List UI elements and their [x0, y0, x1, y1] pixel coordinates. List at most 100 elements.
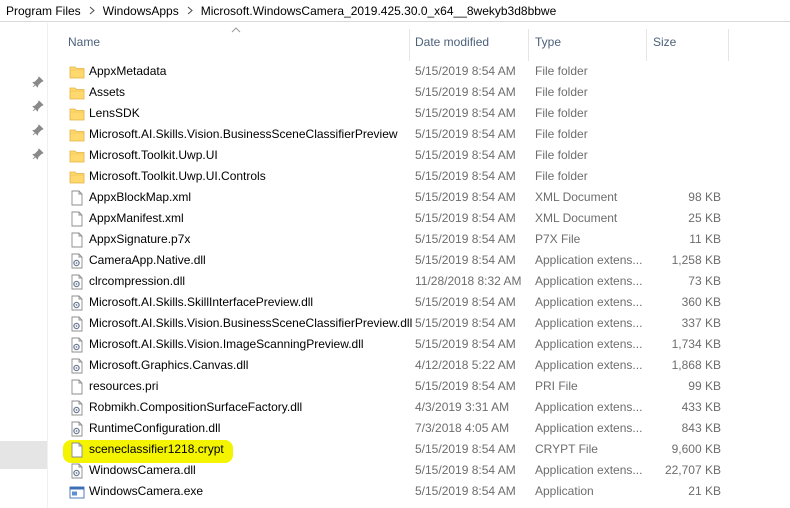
- breadcrumb-item-program-files[interactable]: Program Files: [4, 4, 83, 18]
- dll-icon: [69, 295, 85, 311]
- pin-icon[interactable]: [32, 100, 44, 112]
- file-row[interactable]: Microsoft.AI.Skills.SkillInterfacePrevie…: [58, 292, 790, 313]
- column-date-modified[interactable]: Date modified: [408, 23, 528, 61]
- column-divider[interactable]: [728, 29, 729, 61]
- file-size: 9,600 KB: [671, 442, 721, 456]
- navigation-pane: [0, 23, 48, 508]
- file-name: AppxMetadata: [89, 64, 167, 78]
- dll-icon: [69, 337, 85, 353]
- file-type: File folder: [535, 169, 588, 183]
- file-size: [648, 103, 721, 124]
- file-row[interactable]: Robmikh.CompositionSurfaceFactory.dll 4/3…: [58, 397, 790, 418]
- file-row[interactable]: AppxMetadata 5/15/2019 8:54 AM File folder: [58, 61, 790, 82]
- pin-icon[interactable]: [32, 148, 44, 160]
- file-list: AppxMetadata 5/15/2019 8:54 AM File folder…: [58, 61, 790, 502]
- file-icon: [69, 442, 85, 458]
- file-row[interactable]: LensSDK 5/15/2019 8:54 AM File folder: [58, 103, 790, 124]
- file-date-modified: 5/15/2019 8:54 AM: [415, 106, 516, 120]
- file-name: Microsoft.Graphics.Canvas.dll: [89, 358, 249, 372]
- file-type: Application extens...: [535, 337, 643, 351]
- file-size: 99 KB: [688, 379, 721, 393]
- file-name: AppxBlockMap.xml: [89, 190, 192, 204]
- folder-icon: [69, 169, 85, 185]
- column-size[interactable]: Size: [646, 23, 728, 61]
- file-date-modified: 5/15/2019 8:54 AM: [415, 253, 516, 267]
- file-name: LensSDK: [89, 106, 140, 120]
- file-size: 1,734 KB: [671, 337, 721, 351]
- file-row[interactable]: Microsoft.Toolkit.Uwp.UI 5/15/2019 8:54 A…: [58, 145, 790, 166]
- file-row[interactable]: Microsoft.Graphics.Canvas.dll 4/12/2018 5…: [58, 355, 790, 376]
- file-date-modified: 5/15/2019 8:54 AM: [415, 463, 516, 477]
- navigation-selected-item[interactable]: [0, 441, 47, 469]
- file-name: WindowsCamera.dll: [89, 463, 196, 477]
- file-type: PRI File: [535, 379, 578, 393]
- file-size: 337 KB: [681, 316, 721, 330]
- file-date-modified: 5/15/2019 8:54 AM: [415, 337, 516, 351]
- file-date-modified: 5/15/2019 8:54 AM: [415, 85, 516, 99]
- file-size: 11 KB: [689, 232, 721, 246]
- file-type: Application extens...: [535, 400, 643, 414]
- file-name: WindowsCamera.exe: [89, 484, 204, 498]
- dll-icon: [69, 358, 85, 374]
- file-icon: [69, 379, 85, 395]
- breadcrumb-item-windowsapps[interactable]: WindowsApps: [101, 4, 181, 18]
- file-type: XML Document: [535, 190, 618, 204]
- file-date-modified: 5/15/2019 8:54 AM: [415, 379, 516, 393]
- file-icon: [69, 232, 85, 248]
- file-name: sceneclassifier1218.crypt: [89, 442, 224, 456]
- file-type: File folder: [535, 127, 588, 141]
- file-date-modified: 5/15/2019 8:54 AM: [415, 442, 516, 456]
- file-size: 22,707 KB: [664, 463, 721, 477]
- file-type: Application extens...: [535, 463, 643, 477]
- file-date-modified: 5/15/2019 8:54 AM: [415, 484, 516, 498]
- file-row[interactable]: clrcompression.dll 11/28/2018 8:32 AM Appl…: [58, 271, 790, 292]
- folder-icon: [69, 127, 85, 143]
- file-row[interactable]: AppxBlockMap.xml 5/15/2019 8:54 AM XML Doc…: [58, 187, 790, 208]
- dll-icon: [69, 400, 85, 416]
- navigation-pane-divider[interactable]: [47, 23, 48, 508]
- dll-icon: [69, 463, 85, 479]
- column-name[interactable]: Name: [61, 23, 411, 61]
- file-date-modified: 5/15/2019 8:54 AM: [415, 232, 516, 246]
- file-name: Microsoft.AI.Skills.Vision.BusinessScene…: [89, 316, 413, 330]
- file-size: 1,868 KB: [671, 358, 721, 372]
- breadcrumb-item-current-folder[interactable]: Microsoft.WindowsCamera_2019.425.30.0_x6…: [199, 4, 559, 18]
- file-row[interactable]: WindowsCamera.dll 5/15/2019 8:54 AM Applic…: [58, 460, 790, 481]
- file-row[interactable]: Microsoft.AI.Skills.Vision.BusinessScene…: [58, 313, 790, 334]
- file-row[interactable]: RuntimeConfiguration.dll 7/3/2018 4:05 AM…: [58, 418, 790, 439]
- file-icon: [69, 190, 85, 206]
- file-type: Application extens...: [535, 421, 643, 435]
- file-icon: [69, 211, 85, 227]
- file-date-modified: 7/3/2018 4:05 AM: [415, 421, 510, 435]
- file-name: AppxSignature.p7x: [89, 232, 191, 246]
- file-row[interactable]: sceneclassifier1218.crypt 5/15/2019 8:54 …: [58, 439, 790, 460]
- file-name: AppxManifest.xml: [89, 211, 184, 225]
- column-header: Name Date modified Type Size: [58, 23, 790, 61]
- dll-icon: [69, 316, 85, 332]
- file-row[interactable]: Microsoft.AI.Skills.Vision.ImageScanning…: [58, 334, 790, 355]
- exe-icon: [69, 484, 85, 500]
- file-type: Application extens...: [535, 253, 643, 267]
- pin-icon[interactable]: [32, 124, 44, 136]
- file-row[interactable]: Microsoft.Toolkit.Uwp.UI.Controls 5/15/20…: [58, 166, 790, 187]
- chevron-right-icon[interactable]: [83, 6, 101, 15]
- file-row[interactable]: WindowsCamera.exe 5/15/2019 8:54 AM Applic…: [58, 481, 790, 502]
- file-row[interactable]: resources.pri 5/15/2019 8:54 AM PRI File 99…: [58, 376, 790, 397]
- file-type: Application extens...: [535, 316, 643, 330]
- file-row[interactable]: AppxSignature.p7x 5/15/2019 8:54 AM P7X Fi…: [58, 229, 790, 250]
- file-row[interactable]: Microsoft.AI.Skills.Vision.BusinessScene…: [58, 124, 790, 145]
- file-row[interactable]: CameraApp.Native.dll 5/15/2019 8:54 AM App…: [58, 250, 790, 271]
- column-type[interactable]: Type: [528, 23, 646, 61]
- file-row[interactable]: Assets 5/15/2019 8:54 AM File folder: [58, 82, 790, 103]
- file-date-modified: 5/15/2019 8:54 AM: [415, 127, 516, 141]
- file-type: Application: [535, 484, 594, 498]
- file-row[interactable]: AppxManifest.xml 5/15/2019 8:54 AM XML Doc…: [58, 208, 790, 229]
- file-size: [648, 145, 721, 166]
- file-name: Microsoft.AI.Skills.Vision.BusinessScene…: [89, 127, 398, 141]
- file-name: RuntimeConfiguration.dll: [89, 421, 221, 435]
- folder-icon: [69, 106, 85, 122]
- pin-icon[interactable]: [32, 76, 44, 88]
- file-size: 1,258 KB: [671, 253, 721, 267]
- folder-icon: [69, 85, 85, 101]
- chevron-right-icon[interactable]: [181, 6, 199, 15]
